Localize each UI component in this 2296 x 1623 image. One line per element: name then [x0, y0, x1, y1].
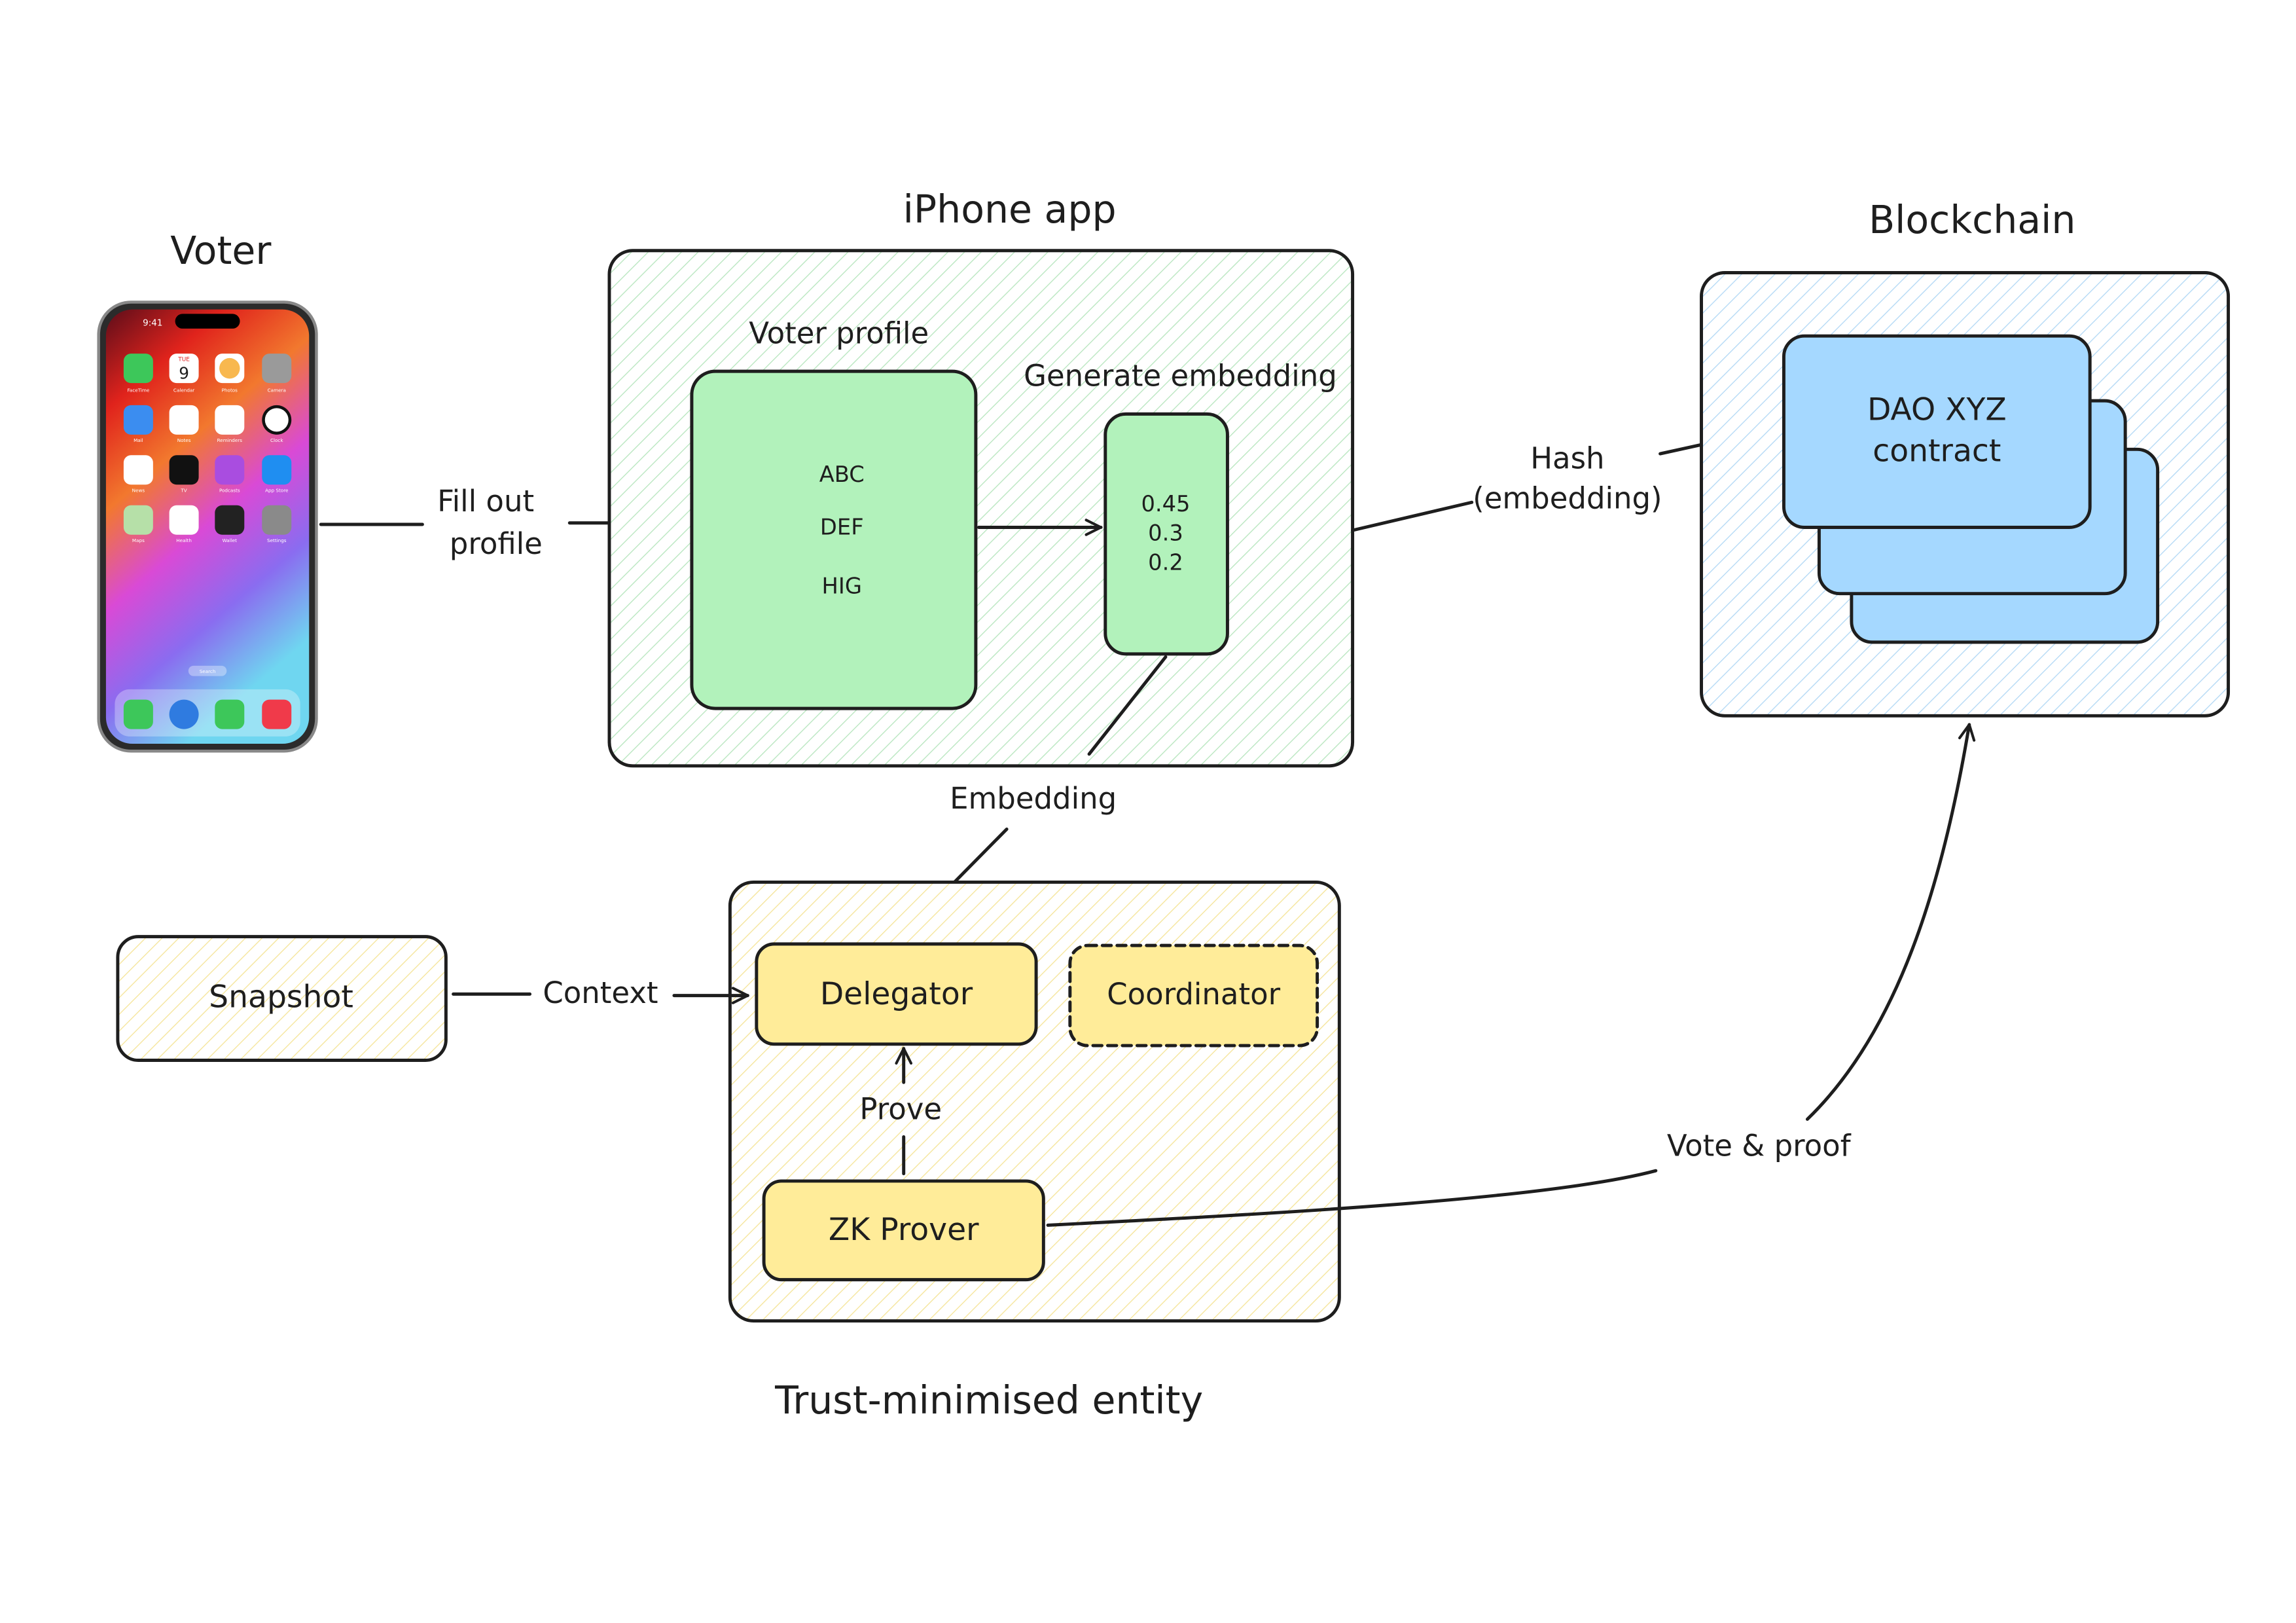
profile-item: HIG	[822, 574, 862, 599]
voter-title: Voter	[170, 228, 272, 273]
app-label: Podcasts	[219, 488, 240, 494]
delegator-label: Delegator	[820, 976, 973, 1012]
hash-label-1: Hash	[1530, 441, 1604, 476]
diagram-canvas: Voter 9:41 TUE 9 FaceTime Calendar Photo…	[97, 187, 2231, 1423]
vote-proof-label: Vote & proof	[1667, 1129, 1852, 1163]
contract-name: DAO XYZ	[1867, 392, 2007, 428]
calendar-date: 9	[179, 363, 189, 382]
safari-icon	[169, 699, 199, 729]
hash-label-2: (embedding)	[1473, 481, 1662, 515]
app-label: Settings	[267, 538, 287, 543]
app-label: News	[132, 488, 145, 494]
app-label: Health	[176, 538, 192, 543]
embedding-edge-label: Embedding	[950, 781, 1117, 816]
messages-icon	[215, 699, 245, 729]
edge-hash-start	[1351, 500, 1474, 532]
calendar-day: TUE	[177, 356, 190, 363]
podcasts-icon	[215, 455, 245, 485]
app-label: App Store	[265, 488, 289, 494]
app-label: Maps	[132, 538, 145, 543]
fill-out-label-2: profile	[450, 526, 543, 561]
generate-embedding-label: Generate embedding	[1024, 359, 1337, 393]
settings-icon	[262, 505, 292, 535]
profile-item: ABC	[819, 462, 865, 487]
app-label: TV	[180, 488, 187, 494]
app-label: Calendar	[173, 388, 194, 393]
app-label: Photos	[222, 388, 238, 393]
health-icon	[169, 505, 199, 535]
profile-item: DEF	[820, 515, 864, 540]
iphone-app-title: iPhone app	[903, 187, 1117, 232]
blockchain-title: Blockchain	[1869, 198, 2075, 242]
app-label: Wallet	[223, 538, 237, 543]
embedding-value: 0.2	[1148, 550, 1183, 575]
iphone-mockup: 9:41 TUE 9 FaceTime Calendar Photos Came…	[97, 301, 318, 753]
zk-prover-label: ZK Prover	[829, 1212, 979, 1248]
coordinator-label: Coordinator	[1107, 977, 1280, 1012]
app-store-icon	[262, 455, 292, 485]
voter-profile-label: Voter profile	[749, 316, 929, 350]
search-pill: Search	[200, 668, 216, 674]
tv-icon	[169, 455, 199, 485]
edge-vote-arrow	[1805, 725, 1969, 1121]
mail-icon	[123, 405, 153, 435]
prove-label: Prove	[859, 1091, 942, 1126]
contract-type: contract	[1873, 433, 2001, 469]
music-icon	[262, 699, 292, 729]
status-time: 9:41	[143, 318, 162, 328]
wallet-icon	[215, 505, 245, 535]
app-label: Reminders	[217, 437, 243, 443]
app-label: FaceTime	[127, 388, 149, 393]
notes-icon	[169, 405, 199, 435]
news-icon	[123, 455, 153, 485]
app-label: Mail	[134, 437, 143, 443]
fill-out-label-1: Fill out	[437, 484, 534, 519]
context-label: Context	[543, 976, 658, 1010]
phone-icon	[123, 699, 153, 729]
app-label: Clock	[270, 437, 283, 443]
dao-contract-card	[1782, 334, 2092, 529]
maps-icon	[123, 505, 153, 535]
snapshot-label: Snapshot	[209, 979, 353, 1015]
app-label: Notes	[177, 437, 191, 443]
reminders-icon	[215, 405, 245, 435]
embedding-value: 0.3	[1148, 520, 1183, 546]
trust-entity-title: Trust-minimised entity	[774, 1378, 1203, 1423]
facetime-icon	[123, 354, 153, 384]
embedding-value: 0.45	[1141, 491, 1190, 517]
camera-icon	[262, 354, 292, 384]
app-label: Camera	[268, 388, 286, 393]
